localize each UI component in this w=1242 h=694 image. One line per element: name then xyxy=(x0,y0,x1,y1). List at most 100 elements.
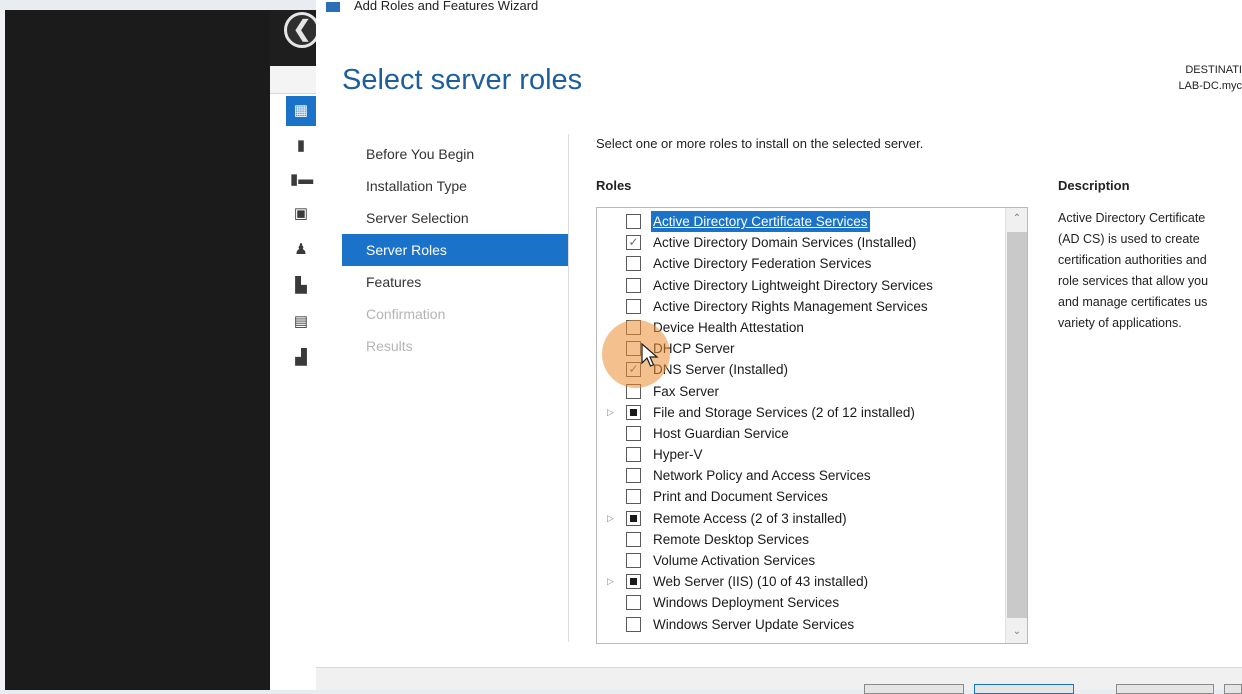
role-checkbox[interactable] xyxy=(626,553,641,568)
role-row[interactable]: DHCP Server xyxy=(597,338,997,359)
remote-access-icon[interactable]: ▟ xyxy=(290,348,312,368)
role-row[interactable]: Remote Desktop Services xyxy=(597,529,997,550)
role-checkbox[interactable] xyxy=(626,214,641,229)
previous-button[interactable] xyxy=(864,684,964,694)
nav-item-installation-type[interactable]: Installation Type xyxy=(342,170,568,202)
page-title: Select server roles xyxy=(342,64,583,96)
role-row[interactable]: ✓ DNS Server (Installed) xyxy=(597,359,997,380)
role-label[interactable]: Hyper-V xyxy=(653,444,703,465)
role-row[interactable]: Windows Server Update Services xyxy=(597,614,997,635)
role-row[interactable]: ▷ Web Server (IIS) (10 of 43 installed) xyxy=(597,571,997,592)
role-label[interactable]: File and Storage Services (2 of 12 insta… xyxy=(653,402,915,423)
role-checkbox[interactable] xyxy=(626,574,641,590)
role-checkbox[interactable] xyxy=(626,319,641,335)
ad-ds-icon[interactable]: ♟ xyxy=(290,240,312,260)
role-checkbox[interactable] xyxy=(626,595,641,611)
role-checkbox[interactable] xyxy=(626,277,641,293)
role-checkbox[interactable] xyxy=(626,616,641,632)
cancel-button[interactable] xyxy=(1224,684,1242,694)
role-label[interactable]: Active Directory Certificate Services xyxy=(651,211,870,232)
role-row[interactable]: Print and Document Services xyxy=(597,486,997,507)
role-row[interactable]: Host Guardian Service xyxy=(597,423,997,444)
role-checkbox[interactable] xyxy=(626,256,641,272)
expand-arrow-icon[interactable]: ▷ xyxy=(607,402,617,423)
scroll-down-icon[interactable]: ⌄ xyxy=(1010,625,1024,639)
destination-server-label: DESTINATI xyxy=(1185,64,1242,76)
nav-item-before-you-begin[interactable]: Before You Begin xyxy=(342,138,568,170)
dashboard-icon[interactable]: ▦ xyxy=(286,96,316,126)
role-row[interactable]: Network Policy and Access Services xyxy=(597,465,997,486)
iis-icon[interactable]: ▤ xyxy=(290,312,312,332)
role-label[interactable]: DHCP Server xyxy=(653,338,735,359)
role-row[interactable]: Fax Server xyxy=(597,381,997,402)
role-checkbox[interactable] xyxy=(626,489,641,505)
role-checkbox[interactable]: ✓ xyxy=(626,235,641,251)
nav-item-server-roles[interactable]: Server Roles xyxy=(342,234,568,266)
role-label[interactable]: Active Directory Rights Management Servi… xyxy=(653,296,928,317)
server-manager-sidebar: ❮ ▦ ▮ ▮▬ ▣ ♟ ▙ ▤ ▟ xyxy=(270,10,320,690)
nav-item-server-selection[interactable]: Server Selection xyxy=(342,202,568,234)
role-label[interactable]: Remote Access (2 of 3 installed) xyxy=(653,508,847,529)
scroll-up-icon[interactable]: ⌃ xyxy=(1010,212,1024,226)
role-label[interactable]: Device Health Attestation xyxy=(653,317,804,338)
expand-arrow-icon[interactable]: ▷ xyxy=(607,571,617,592)
role-row[interactable]: ▷ Remote Access (2 of 3 installed) xyxy=(597,508,997,529)
role-label[interactable]: Web Server (IIS) (10 of 43 installed) xyxy=(653,571,868,592)
role-row[interactable]: Active Directory Rights Management Servi… xyxy=(597,296,997,317)
role-checkbox[interactable]: ✓ xyxy=(626,362,641,378)
server-manager-header: ❮ xyxy=(270,10,320,66)
role-row[interactable]: Active Directory Federation Services xyxy=(597,253,997,274)
destination-server-name: LAB-DC.myc xyxy=(1178,80,1242,92)
role-row[interactable]: Volume Activation Services xyxy=(597,550,997,571)
expand-arrow-icon[interactable]: ▷ xyxy=(607,508,617,529)
nav-item-features[interactable]: Features xyxy=(342,266,568,298)
role-label[interactable]: Fax Server xyxy=(653,381,719,402)
role-label[interactable]: Remote Desktop Services xyxy=(653,529,809,550)
role-checkbox[interactable] xyxy=(626,404,641,420)
instruction-text: Select one or more roles to install on t… xyxy=(596,136,924,151)
local-server-icon[interactable]: ▮ xyxy=(290,136,312,156)
role-checkbox[interactable] xyxy=(626,468,641,484)
role-label[interactable]: DNS Server (Installed) xyxy=(653,359,788,380)
role-row[interactable]: Hyper-V xyxy=(597,444,997,465)
next-button[interactable] xyxy=(974,684,1074,694)
role-label[interactable]: Active Directory Lightweight Directory S… xyxy=(653,275,933,296)
role-label[interactable]: Active Directory Domain Services (Instal… xyxy=(653,232,916,253)
install-button[interactable] xyxy=(1116,684,1214,694)
role-label[interactable]: Print and Document Services xyxy=(653,486,828,507)
description-header: Description xyxy=(1058,178,1130,193)
roles-list: Active Directory Certificate Services ✓ Ac… xyxy=(597,211,997,635)
role-checkbox[interactable] xyxy=(626,298,641,314)
role-checkbox[interactable] xyxy=(626,383,641,399)
back-arrow-icon[interactable]: ❮ xyxy=(284,12,320,48)
role-row[interactable]: Device Health Attestation xyxy=(597,317,997,338)
role-checkbox[interactable] xyxy=(626,510,641,526)
role-label[interactable]: Windows Server Update Services xyxy=(653,614,854,635)
role-checkbox[interactable] xyxy=(626,531,641,547)
file-storage-icon[interactable]: ▣ xyxy=(290,204,312,224)
role-checkbox[interactable] xyxy=(626,425,641,441)
role-row[interactable]: Active Directory Lightweight Directory S… xyxy=(597,275,997,296)
role-row[interactable]: Windows Deployment Services xyxy=(597,592,997,613)
dns-icon[interactable]: ▙ xyxy=(290,276,312,296)
role-label[interactable]: Host Guardian Service xyxy=(653,423,789,444)
wizard-navigation: Before You Begin Installation Type Serve… xyxy=(342,138,568,362)
role-label[interactable]: Network Policy and Access Services xyxy=(653,465,871,486)
role-row[interactable]: ✓ Active Directory Domain Services (Insta… xyxy=(597,232,997,253)
roles-listbox[interactable]: Active Directory Certificate Services ✓ Ac… xyxy=(596,207,1028,644)
role-label[interactable]: Windows Deployment Services xyxy=(653,592,839,613)
wizard-window-icon xyxy=(326,2,340,12)
role-label[interactable]: Active Directory Federation Services xyxy=(653,253,871,274)
wizard-footer xyxy=(316,667,1242,694)
role-label[interactable]: Volume Activation Services xyxy=(653,550,815,571)
role-checkbox[interactable] xyxy=(626,341,641,357)
wizard-titlebar: Add Roles and Features Wizard xyxy=(316,0,1242,22)
role-checkbox[interactable] xyxy=(626,447,641,463)
all-servers-icon[interactable]: ▮▬ xyxy=(290,170,313,190)
role-row[interactable]: Active Directory Certificate Services xyxy=(597,211,997,232)
roles-scrollbar[interactable]: ⌃ ⌄ xyxy=(1005,208,1027,643)
nav-item-results: Results xyxy=(366,338,413,354)
role-row[interactable]: ▷ File and Storage Services (2 of 12 inst… xyxy=(597,402,997,423)
scroll-thumb[interactable] xyxy=(1007,232,1027,618)
description-text: Active Directory Certificate (AD CS) is … xyxy=(1058,211,1209,330)
